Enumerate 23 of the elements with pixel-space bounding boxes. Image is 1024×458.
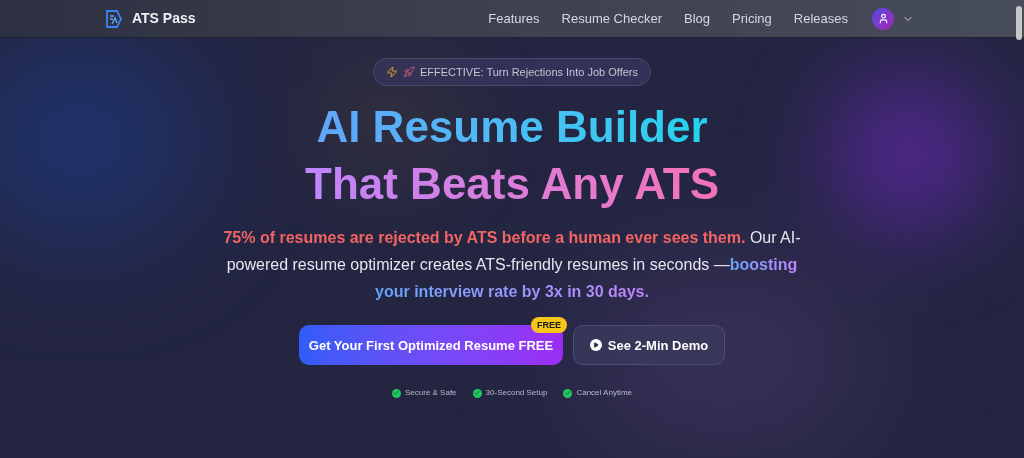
check-icon [472, 388, 482, 398]
badge-text: EFFECTIVE: Turn Rejections Into Job Offers [419, 64, 638, 80]
nav-link[interactable]: Releases [793, 8, 848, 29]
demo-button[interactable]: See 2-Min Demo [573, 325, 725, 366]
lightning-icon [385, 66, 398, 78]
nav-link[interactable]: Pricing [732, 8, 772, 29]
trust-item: Secure & Safe [405, 387, 457, 400]
nav-link[interactable]: Features [488, 8, 540, 29]
play-icon [589, 339, 602, 352]
trust-item: 30-Second Setup [485, 387, 548, 400]
brand-name[interactable]: ATS Pass [132, 8, 196, 29]
intro-paragraph: 75% of resumes are rejected by ATS before a human ever sees them. Our AI-powered resume optimizer creates ATS-friendly resumes in seconds —boosting your interview rate by 3x in 30 days. [222, 228, 802, 303]
user-avatar-button[interactable] [872, 7, 894, 30]
nav-link[interactable]: Blog [684, 8, 711, 29]
free-tag: FREE [531, 317, 567, 334]
scrollbar[interactable] [1016, 6, 1022, 40]
nav-link[interactable]: Resume Checker [561, 8, 662, 29]
trust-item: Cancel Anytime [576, 387, 632, 400]
check-icon [563, 388, 573, 398]
check-icon [392, 388, 401, 398]
logo-icon [104, 8, 124, 29]
rocket-icon [402, 66, 415, 78]
user-icon [877, 13, 889, 24]
